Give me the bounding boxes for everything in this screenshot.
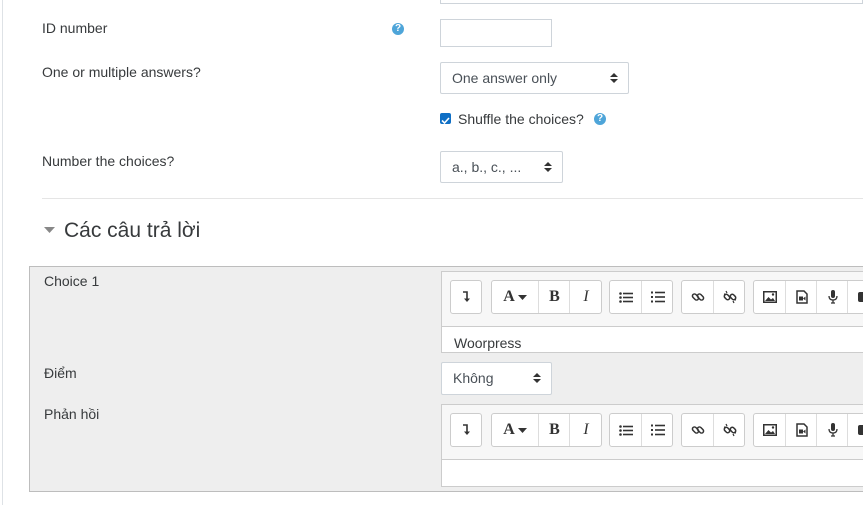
question-circle-icon[interactable]: ? — [594, 113, 606, 125]
caret-down-icon[interactable] — [44, 227, 55, 234]
editor-toolbar: A B I — [441, 271, 863, 327]
dropdown-caret-icon — [517, 294, 527, 300]
media-icon — [795, 290, 808, 304]
image-button[interactable] — [754, 281, 785, 313]
link-icon — [691, 293, 704, 301]
font-style-icon: A — [503, 288, 515, 305]
bold-icon: B — [549, 421, 560, 438]
bullet-list-button[interactable] — [610, 281, 641, 313]
unlink-button[interactable] — [713, 281, 745, 313]
section-title[interactable]: Các câu trả lời — [64, 219, 200, 243]
italic-icon: I — [583, 421, 589, 438]
shuffle-label: Shuffle the choices? — [458, 111, 584, 127]
italic-icon: I — [583, 288, 589, 305]
numbered-list-icon — [650, 291, 665, 303]
numbered-list-icon — [650, 424, 665, 436]
feedback-editor[interactable] — [441, 459, 863, 487]
choice-label: Choice 1 — [44, 273, 100, 289]
toolbar-group-toggle — [450, 413, 482, 447]
toolbar-group-links — [681, 280, 745, 314]
select-arrows-icon — [533, 373, 541, 383]
video-icon — [857, 292, 863, 302]
section-divider — [42, 198, 863, 199]
bullet-list-icon — [618, 424, 633, 436]
toolbar-group-style: A B I — [491, 413, 602, 447]
unlink-button[interactable] — [713, 414, 745, 446]
previous-field-bottom — [440, 0, 863, 4]
bullet-list-button[interactable] — [610, 414, 641, 446]
italic-button[interactable]: I — [569, 414, 602, 446]
feedback-editor-toolbar: A B I — [441, 404, 863, 460]
numbered-list-button[interactable] — [641, 281, 673, 313]
microphone-icon — [827, 423, 838, 437]
toolbar-group-media — [753, 280, 863, 314]
page-left-border — [2, 0, 3, 505]
font-style-button[interactable]: A — [492, 281, 538, 313]
dropdown-caret-icon — [517, 427, 527, 433]
grade-label: Điểm — [44, 365, 77, 381]
video-button[interactable] — [847, 281, 863, 313]
font-style-icon: A — [503, 421, 515, 438]
video-icon — [857, 425, 863, 435]
toolbar-group-media — [753, 413, 863, 447]
grade-select[interactable]: Không — [441, 362, 552, 395]
font-style-button[interactable]: A — [492, 414, 538, 446]
bold-button[interactable]: B — [538, 281, 570, 313]
toolbar-group-toggle — [450, 280, 482, 314]
select-arrows-icon — [610, 73, 618, 83]
media-icon — [795, 423, 808, 437]
link-button[interactable] — [682, 281, 713, 313]
bold-icon: B — [549, 288, 560, 305]
numbering-select-value: a., b., c., ... — [452, 159, 522, 175]
toolbar-group-style: A B I — [491, 280, 602, 314]
answers-select-value: One answer only — [452, 70, 558, 86]
numbering-label: Number the choices? — [42, 153, 175, 169]
bold-button[interactable]: B — [538, 414, 570, 446]
toggle-icon — [463, 291, 470, 302]
media-button[interactable] — [785, 414, 817, 446]
microphone-button[interactable] — [816, 281, 848, 313]
toggle-icon — [463, 424, 470, 435]
italic-button[interactable]: I — [569, 281, 602, 313]
choice-editor[interactable]: Woorpress — [441, 326, 863, 353]
answers-select[interactable]: One answer only — [440, 62, 629, 94]
shuffle-checkbox[interactable] — [440, 113, 451, 125]
toolbar-group-lists — [609, 280, 673, 314]
microphone-button[interactable] — [816, 414, 848, 446]
image-icon — [762, 291, 777, 303]
toolbar-group-links — [681, 413, 745, 447]
image-icon — [762, 424, 777, 436]
media-button[interactable] — [785, 281, 817, 313]
toolbar-group-lists — [609, 413, 673, 447]
choice-editor-text: Woorpress — [454, 335, 522, 351]
unlink-icon — [723, 290, 736, 304]
unlink-icon — [723, 423, 736, 437]
numbered-list-button[interactable] — [641, 414, 673, 446]
feedback-label: Phản hồi — [44, 406, 100, 422]
check-icon — [441, 117, 450, 125]
numbering-select[interactable]: a., b., c., ... — [440, 151, 563, 183]
link-icon — [691, 426, 704, 434]
question-circle-icon[interactable]: ? — [392, 23, 404, 35]
bullet-list-icon — [618, 291, 633, 303]
id-number-input[interactable] — [440, 19, 552, 47]
link-button[interactable] — [682, 414, 713, 446]
video-button[interactable] — [847, 414, 863, 446]
microphone-icon — [827, 290, 838, 304]
toolbar-toggle-button[interactable] — [451, 414, 481, 446]
id-number-label: ID number — [42, 20, 108, 36]
image-button[interactable] — [754, 414, 785, 446]
toolbar-toggle-button[interactable] — [451, 281, 481, 313]
answers-label: One or multiple answers? — [42, 64, 201, 80]
grade-select-value: Không — [453, 370, 494, 386]
select-arrows-icon — [544, 162, 552, 172]
